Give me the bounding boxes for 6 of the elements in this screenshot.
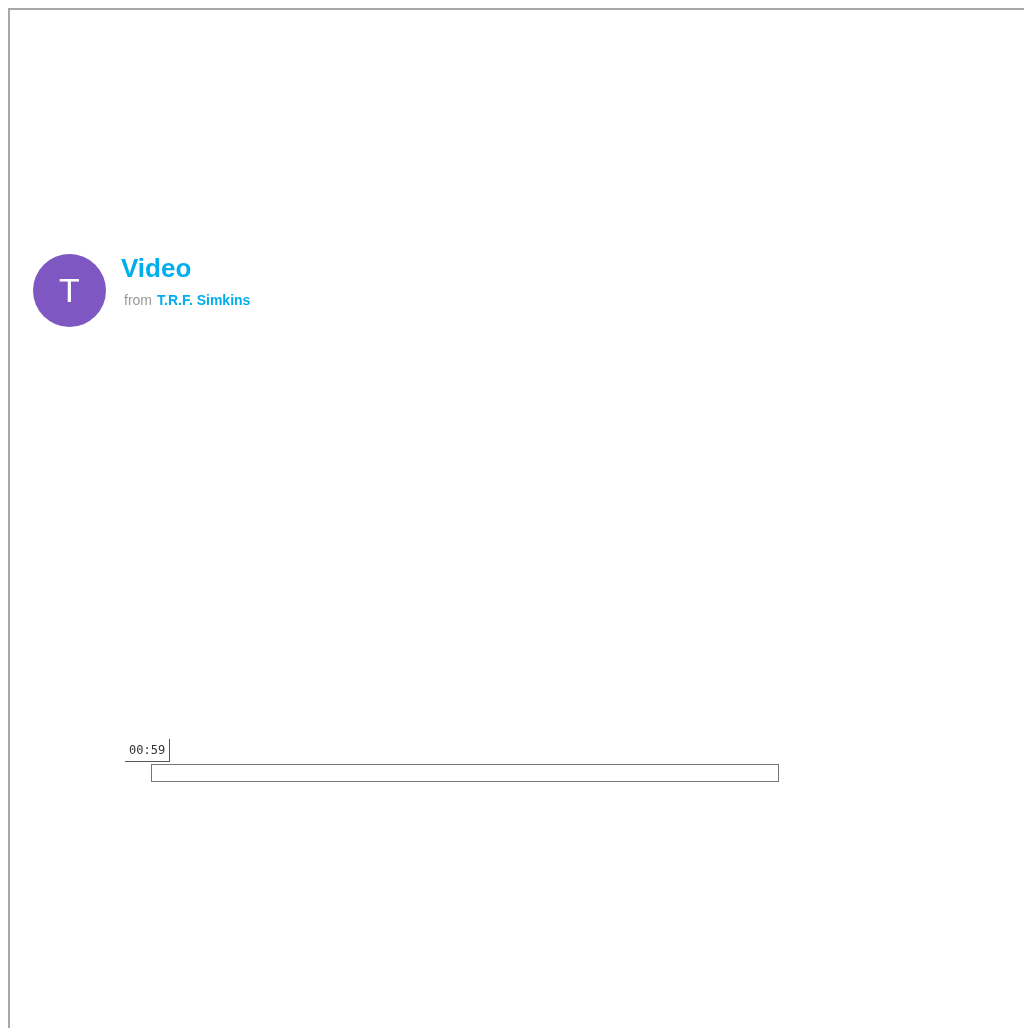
avatar: T bbox=[33, 254, 106, 327]
time-tooltip: 00:59 bbox=[125, 739, 171, 762]
progress-bar[interactable] bbox=[151, 764, 779, 782]
post-title[interactable]: Video bbox=[121, 252, 251, 284]
author-link[interactable]: T.R.F. Simkins bbox=[157, 290, 251, 311]
from-label: from bbox=[124, 291, 152, 310]
